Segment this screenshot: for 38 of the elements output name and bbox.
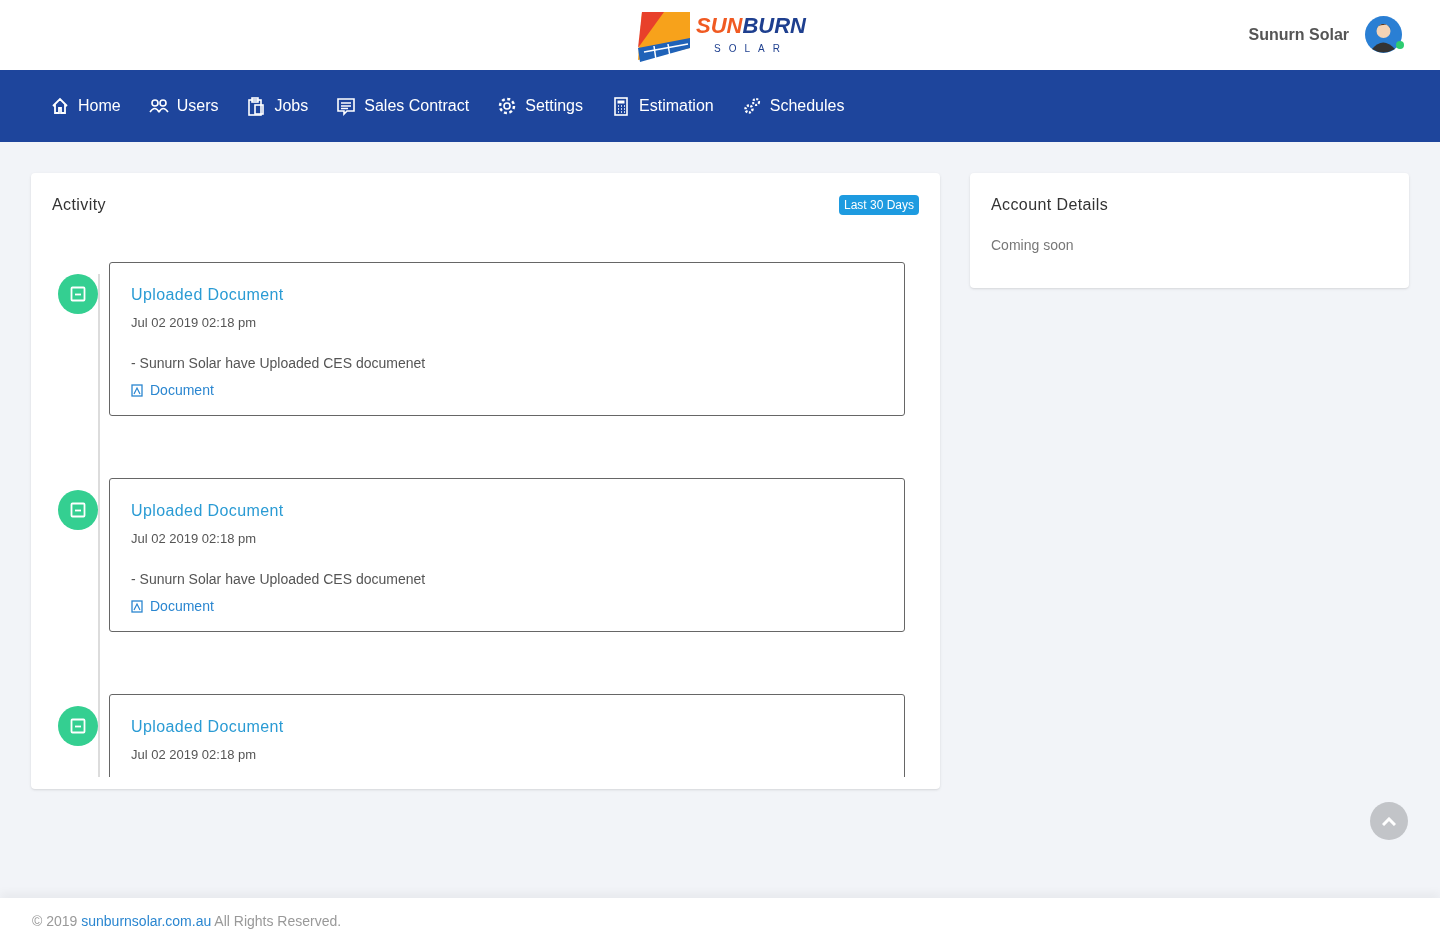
nav-link[interactable]: Jobs (246, 94, 309, 118)
user-name[interactable]: Sunurn Solar (1248, 22, 1349, 47)
nav-link[interactable]: Estimation (611, 94, 714, 118)
settings-icon (497, 96, 518, 116)
clipboard-icon (246, 96, 267, 116)
nav-link[interactable]: Sales Contract (336, 94, 470, 118)
activity-description: - Sunurn Solar have Uploaded CES documenet (131, 353, 426, 373)
activity-description: - Sunurn Solar have Uploaded CES documenet (131, 569, 426, 589)
avatar-icon[interactable] (1365, 16, 1402, 53)
logo-tagline: SOLAR (714, 41, 788, 56)
nav-link[interactable]: Schedules (741, 94, 845, 118)
card-title: Account Details (991, 195, 1109, 215)
home-icon (50, 96, 70, 116)
document-link[interactable]: Document (131, 379, 214, 401)
file-icon (131, 383, 143, 397)
chevron-up-icon (1382, 816, 1396, 826)
website-link[interactable]: sunburnsolar.com.au (81, 913, 212, 929)
calendar-icon (70, 286, 86, 302)
card-text: Coming soon (991, 236, 1074, 255)
period-badge: Last 30 Days (838, 195, 919, 215)
activity-title: Uploaded Document (131, 501, 284, 521)
nav-link[interactable]: Home (50, 94, 121, 118)
logo-wordmark: SUNBURN (696, 14, 806, 37)
file-icon (131, 599, 143, 613)
activity-title: Uploaded Document (131, 717, 284, 737)
document-link[interactable]: Document (131, 595, 214, 617)
activity-time: Jul 02 2019 02:18 pm (131, 530, 257, 548)
calculator-icon (611, 96, 631, 116)
activity-time: Jul 02 2019 02:18 pm (131, 746, 257, 764)
activity-title: Uploaded Document (131, 285, 284, 305)
copyright-text: © 2019 sunburnsolar.com.au All Rights Reserved. (32, 912, 343, 931)
calendar-icon (70, 718, 86, 734)
calendar-icon (70, 502, 86, 518)
activity-time: Jul 02 2019 02:18 pm (131, 314, 257, 332)
message-icon (336, 96, 357, 116)
nav-link[interactable]: Users (148, 94, 219, 118)
card-title: Activity (52, 195, 106, 215)
nav-link[interactable]: Settings (497, 94, 583, 118)
